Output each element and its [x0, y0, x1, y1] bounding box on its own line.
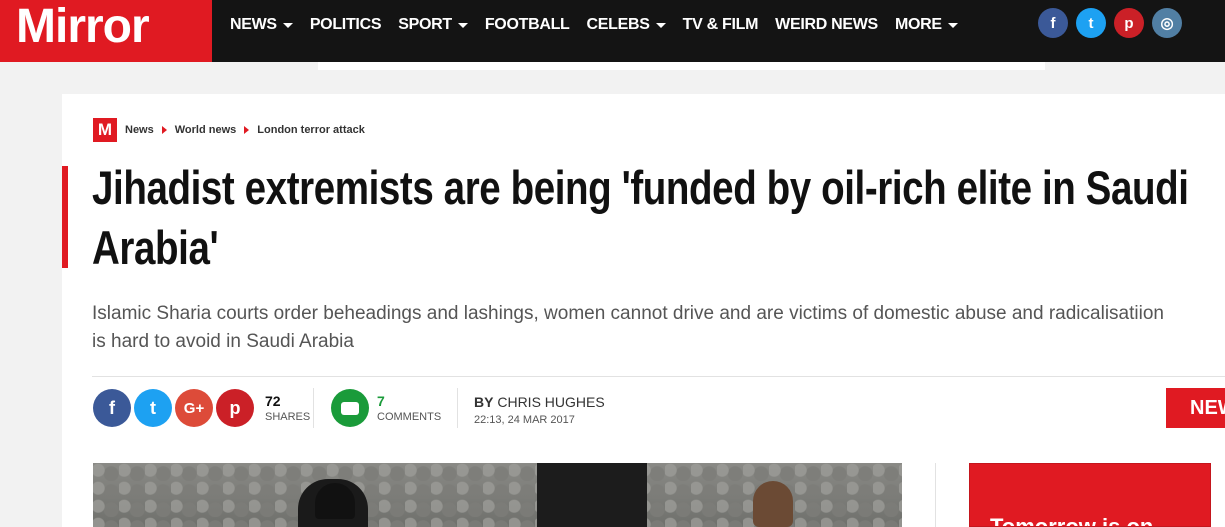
article-standfirst: Islamic Sharia courts order beheadings a… — [92, 303, 1164, 352]
ad-strip — [318, 62, 1045, 70]
top-navigation-bar: Mirror NEWS POLITICS SPORT FOOTBALL CELE… — [0, 0, 1225, 62]
side-promo[interactable]: Tomorrow is on — [969, 463, 1211, 527]
article-headline: Jihadist extremists are being 'funded by… — [92, 161, 1189, 274]
nav-label: MORE — [894, 16, 942, 33]
byline-prefix: BY — [474, 394, 494, 410]
nav-item-celebs[interactable]: CELEBS — [587, 16, 666, 34]
share-count-number: 72 — [265, 393, 281, 409]
mirror-logo[interactable]: Mirror — [0, 0, 212, 62]
headline-accent-bar — [62, 166, 68, 268]
comments-count-number: 7 — [377, 393, 385, 409]
twitter-icon[interactable]: t — [1076, 8, 1106, 38]
share-buttons: f t G+ p 72 SHARES — [93, 389, 310, 427]
publish-date: 22:13, 24 MAR 2017 — [474, 414, 575, 426]
nav-item-sport[interactable]: SPORT — [398, 16, 468, 34]
separator — [313, 388, 314, 428]
person-figure — [753, 481, 793, 527]
nav-label: WEIRD NEWS — [775, 16, 878, 33]
police-helmet — [315, 483, 355, 519]
officer-legs-figure — [537, 463, 647, 527]
news-badge[interactable]: NEW — [1166, 388, 1225, 428]
facebook-icon[interactable]: f — [1038, 8, 1068, 38]
pinterest-icon[interactable]: p — [216, 389, 254, 427]
comments-count-label: COMMENTS — [377, 411, 442, 423]
chevron-down-icon — [282, 22, 293, 28]
byline: BY CHRIS HUGHES 22:13, 24 MAR 2017 — [474, 394, 605, 426]
nav-item-weird-news[interactable]: WEIRD NEWS — [775, 16, 878, 34]
chevron-down-icon — [655, 22, 666, 28]
chevron-right-icon — [244, 126, 250, 134]
breadcrumb-item-london-terror-attack[interactable]: London terror attack — [257, 124, 365, 136]
nav-item-politics[interactable]: POLITICS — [309, 16, 382, 34]
instagram-icon[interactable]: ◎ — [1152, 8, 1182, 38]
separator — [935, 463, 936, 527]
facebook-icon[interactable]: f — [93, 389, 131, 427]
breadcrumb-item-world-news[interactable]: World news — [175, 124, 237, 136]
nav-item-football[interactable]: FOOTBALL — [485, 16, 570, 34]
comments-button[interactable]: 7 COMMENTS — [331, 389, 441, 427]
breadcrumb: M News World news London terror attack — [93, 118, 373, 142]
nav-label: NEWS — [230, 16, 277, 33]
chevron-down-icon — [457, 22, 468, 28]
nav-item-news[interactable]: NEWS — [230, 16, 293, 34]
nav-label: TV & FILM — [682, 16, 759, 33]
share-count-label: SHARES — [265, 411, 311, 423]
main-nav: NEWS POLITICS SPORT FOOTBALL CELEBS TV &… — [230, 0, 975, 50]
nav-label: CELEBS — [586, 16, 650, 33]
nav-item-tv-film[interactable]: TV & FILM — [683, 16, 759, 34]
chevron-down-icon — [947, 22, 958, 28]
nav-item-more[interactable]: MORE — [895, 16, 958, 34]
byline-author-line: BY CHRIS HUGHES — [474, 394, 605, 410]
mirror-m-badge[interactable]: M — [93, 118, 117, 142]
article-hero-image[interactable] — [93, 463, 902, 527]
separator — [457, 388, 458, 428]
nav-label: POLITICS — [309, 16, 382, 33]
nav-label: SPORT — [398, 16, 452, 33]
comments-count: 7 COMMENTS — [377, 393, 441, 423]
google-plus-icon[interactable]: G+ — [175, 389, 213, 427]
share-count: 72 SHARES — [265, 393, 310, 423]
nav-label: FOOTBALL — [484, 16, 570, 33]
breadcrumb-item-news[interactable]: News — [125, 124, 154, 136]
comment-icon — [331, 389, 369, 427]
chevron-right-icon — [161, 126, 167, 134]
divider — [92, 376, 1225, 377]
author-link[interactable]: CHRIS HUGHES — [497, 394, 604, 410]
side-promo-text: Tomorrow is on — [990, 514, 1154, 527]
twitter-icon[interactable]: t — [134, 389, 172, 427]
social-links: f t p ◎ — [1038, 8, 1190, 38]
pinterest-icon[interactable]: p — [1114, 8, 1144, 38]
